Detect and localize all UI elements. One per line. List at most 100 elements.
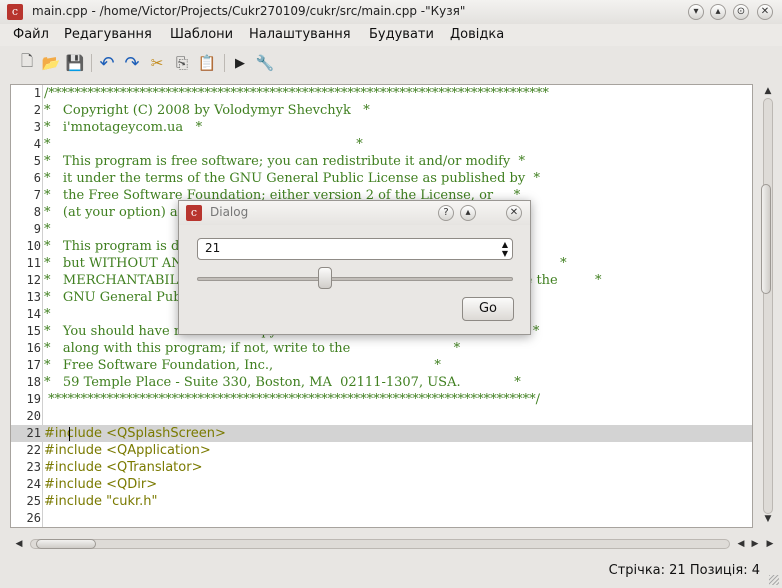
scroll-left-icon[interactable]: ◀ [12,537,26,551]
build-tools-icon[interactable]: 🔧 [254,52,276,74]
menu-edit[interactable]: Редагування [64,27,152,42]
code-line[interactable]: 5 * This program is free software; you ca… [11,153,752,170]
window-titlebar[interactable]: c main.cpp - /home/Victor/Projects/Cukr2… [0,0,782,25]
go-button[interactable]: Go [462,297,514,321]
vertical-scroll-track[interactable] [763,98,773,514]
scroll-right-icon[interactable]: ▶ [748,537,762,551]
line-number: 10 [26,239,41,253]
dialog-titlebar[interactable]: c Dialog ? ▴ ✕ [179,201,530,225]
close-button[interactable]: ✕ [757,4,773,20]
menu-templates[interactable]: Шаблони [170,27,233,42]
horizontal-scroll-track[interactable] [30,539,730,549]
menu-file[interactable]: Файл [13,27,49,42]
app-icon[interactable]: c [7,4,23,20]
scroll-right-icon[interactable]: ▶ [763,537,777,551]
scroll-down-icon[interactable]: ▼ [761,512,775,526]
code-line[interactable]: 3 * i'mnotageycom.ua * [11,119,752,136]
code-text: * i'mnotageycom.ua * [44,120,203,135]
code-line[interactable]: 26 [11,510,752,527]
code-text: * Free Software Foundation, Inc., * [44,358,441,373]
code-line[interactable]: 4 * * [11,136,752,153]
open-folder-icon[interactable]: 📂 [40,52,62,74]
paste-icon[interactable]: 📋 [196,52,218,74]
maximize-button[interactable]: ⊙ [733,4,749,20]
copy-icon[interactable]: ⎘ [171,52,193,74]
redo-icon[interactable]: ↷ [121,52,143,74]
line-number: 14 [26,307,41,321]
vertical-scroll-handle[interactable] [761,184,771,294]
code-text: /***************************************… [44,86,549,101]
line-number: 6 [33,171,41,185]
line-number: 16 [26,341,41,355]
code-text: #include <QApplication> [44,443,211,458]
code-line[interactable]: 22 #include <QApplication> [11,442,752,459]
horizontal-scrollbar[interactable]: ◀ ◀ ▶ ▶ [10,535,778,553]
dialog-maximize-button[interactable]: ▴ [460,205,476,221]
code-text: #include "cukr.h" [44,494,158,509]
code-line[interactable]: 21 #include <QSplashScreen> [11,425,752,442]
line-number: 17 [26,358,41,372]
code-line[interactable]: 24 #include <QDir> [11,476,752,493]
line-number: 9 [33,222,41,236]
line-number: 20 [26,409,41,423]
code-line[interactable]: 1/**************************************… [11,85,752,102]
line-number: 11 [26,256,41,270]
code-line[interactable]: 18 * 59 Temple Place - Suite 330, Boston,… [11,374,752,391]
scroll-left-icon[interactable]: ◀ [734,537,748,551]
line-number: 24 [26,477,41,491]
code-text: ****************************************… [44,392,541,407]
dialog-close-button[interactable]: ✕ [506,205,522,221]
code-text: * it under the terms of the GNU General … [44,171,540,186]
line-number: 18 [26,375,41,389]
line-number: 22 [26,443,41,457]
spin-arrows-icon[interactable]: ▲ ▼ [502,240,508,258]
minimize-button[interactable]: ▴ [710,4,726,20]
menu-build[interactable]: Будувати [369,27,434,42]
dialog-window: c Dialog ? ▴ ✕ 21 ▲ ▼ Go [178,200,531,335]
code-text: #include <QTranslator> [44,460,203,475]
code-text: * along with this program; if not, write… [44,341,461,356]
run-icon[interactable]: ▶ [229,52,251,74]
line-number: 25 [26,494,41,508]
code-line[interactable]: 25 #include "cukr.h" [11,493,752,510]
menu-settings[interactable]: Налаштування [249,27,351,42]
save-icon[interactable]: 💾 [64,52,86,74]
cursor-position-status: Стрічка: 21 Позиція: 4 [608,563,760,578]
line-number: 23 [26,460,41,474]
dialog-app-icon: c [186,205,202,221]
line-number: 21 [26,426,41,440]
line-number: 8 [33,205,41,219]
help-button[interactable]: ? [438,205,454,221]
status-bar: Стрічка: 21 Позиція: 4 [0,556,782,588]
code-line[interactable]: 20 [11,408,752,425]
line-number: 7 [33,188,41,202]
code-line[interactable]: 17 * Free Software Foundation, Inc., * [11,357,752,374]
line-number-spinbox[interactable]: 21 ▲ ▼ [197,238,513,260]
code-text: * This program is free software; you can… [44,154,526,169]
code-line[interactable]: 6 * it under the terms of the GNU General… [11,170,752,187]
code-text: #include <QSplashScreen> [44,426,226,441]
resize-grip[interactable] [769,575,779,585]
code-text: * Copyright (C) 2008 by Volodymyr Shevch… [44,103,370,118]
window-menu-button[interactable]: ▾ [688,4,704,20]
code-text: * 59 Temple Place - Suite 330, Boston, M… [44,375,521,390]
horizontal-scroll-handle[interactable] [36,539,96,549]
line-number: 26 [26,511,41,525]
new-file-icon[interactable]: 🗋 [16,52,38,74]
vertical-scrollbar[interactable]: ▲ ▼ [758,84,778,528]
line-number: 12 [26,273,41,287]
code-line[interactable]: 2 * Copyright (C) 2008 by Volodymyr Shevc… [11,102,752,119]
undo-icon[interactable]: ↶ [96,52,118,74]
code-line[interactable]: 23 #include <QTranslator> [11,459,752,476]
line-slider-handle[interactable] [317,267,332,289]
line-number: 5 [33,154,41,168]
code-line[interactable]: 19 *************************************… [11,391,752,408]
menu-help[interactable]: Довідка [450,27,504,42]
code-line[interactable]: 16 * along with this program; if not, wri… [11,340,752,357]
text-cursor [69,427,70,441]
toolbar: 🗋 📂 💾 ↶ ↷ ✂ ⎘ 📋 ▶ 🔧 [0,48,782,76]
code-text: * * [44,137,363,152]
scroll-up-icon[interactable]: ▲ [761,84,775,98]
line-slider-groove[interactable] [197,277,513,281]
cut-icon[interactable]: ✂ [146,52,168,74]
